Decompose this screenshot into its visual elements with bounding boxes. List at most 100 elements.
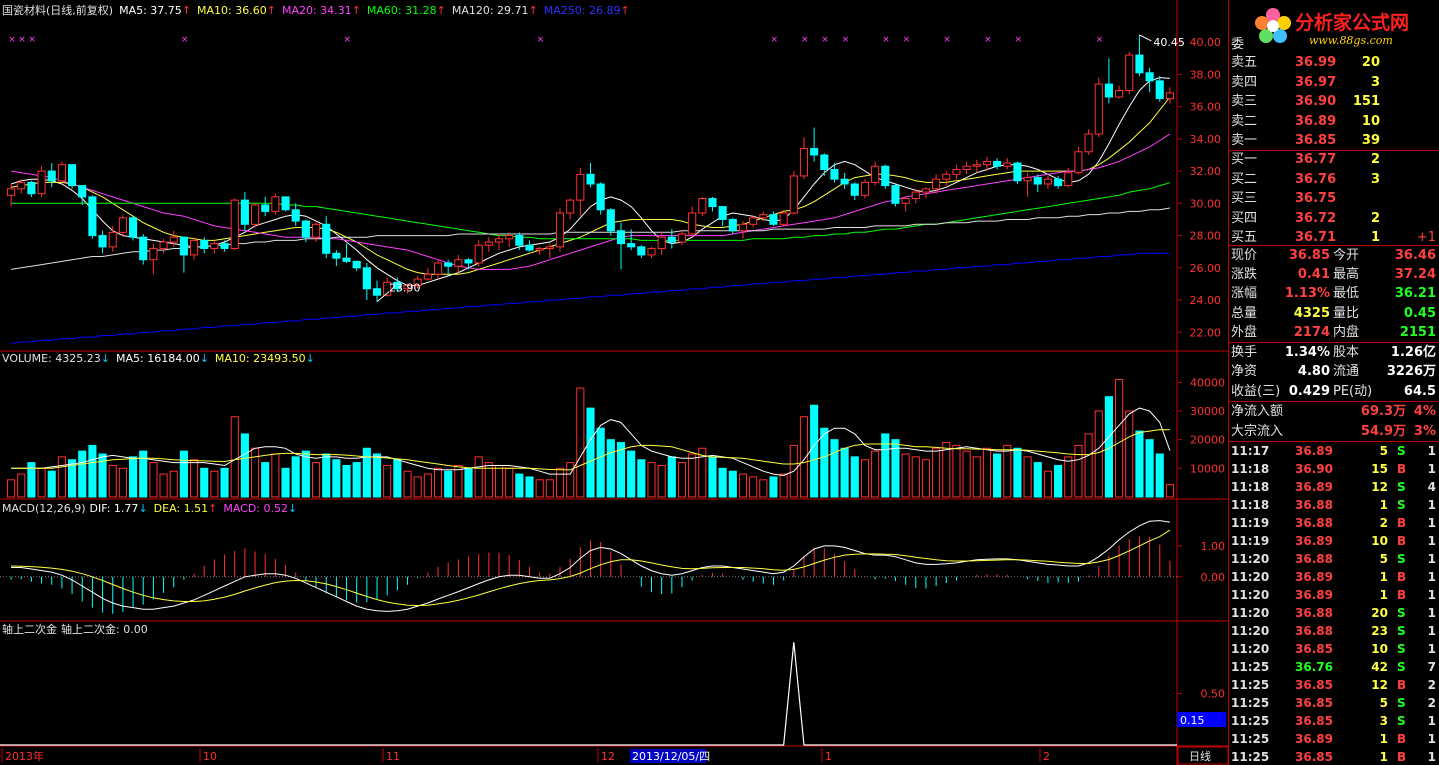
period-button[interactable]: 日线 [1189,749,1211,763]
candle-body [352,260,361,269]
kline-chart-svg[interactable]: 40.00 38.00 36.00 34.00 32.00 30.00 28.00 26.00… [0,0,1228,765]
tick-time: 11:20 [1231,606,1270,620]
tick-row[interactable]: 11:20 36.89 1 B 1 [1229,568,1439,586]
volume-bar [1125,410,1134,498]
tick-row[interactable]: 11:20 36.88 5 S 1 [1229,550,1439,568]
tick-row[interactable]: 11:18 36.88 1 S 1 [1229,496,1439,514]
quote-panel: 分析家公式网 www.88gs.com 委 卖五 36.99 20 卖四 36.97 3 卖… [1228,0,1439,765]
tick-row[interactable]: 11:25 36.85 5 S 2 [1229,694,1439,712]
tick-row[interactable]: 11:17 36.89 5 S 1 [1229,442,1439,460]
volume-tick-label: 30000 [1190,405,1225,418]
signal-marker: × [842,35,850,45]
volume-bar [230,416,239,498]
candle-body [820,154,829,170]
volume-bar [1155,453,1164,498]
fundamental-value: 64.5 [1403,383,1436,399]
fundamental-row: 换手 1.34% 股本 1.26亿 [1229,343,1439,362]
buy-level-label: 买二 [1231,171,1258,187]
stat-value: 37.24 [1394,267,1436,283]
candle-body [27,181,36,195]
tick-row[interactable]: 11:25 36.85 3 S 1 [1229,712,1439,730]
candle-body [200,239,209,249]
tick-row[interactable]: 11:20 36.88 23 S 1 [1229,622,1439,640]
tick-price: 36.88 [1295,606,1333,620]
candle-body [332,252,341,259]
price-tick-label: 22.00 [1190,326,1222,339]
ma250-value: MA250: 26.89↑ [543,4,630,17]
volume-bar [383,464,392,498]
candle-body [139,236,148,261]
volume-bar [911,456,920,498]
volume-bar [596,427,605,498]
high-pointer [1139,34,1152,42]
stat-value: 2151 [1399,324,1436,340]
tick-row[interactable]: 11:25 36.85 12 B 2 [1229,676,1439,694]
volume-bar [118,467,127,498]
low-label: 23.90 [389,282,421,295]
tick-count: 1 [1427,444,1436,458]
candle-body [1125,54,1134,92]
tick-volume: 2 [1379,516,1388,530]
sell-level-volume: 3 [1370,74,1380,90]
tick-row[interactable]: 11:18 36.90 15 B 1 [1229,460,1439,478]
macd-macd-value: MACD: 0.52↓ [223,502,298,515]
buy-level-volume: 2 [1370,152,1380,167]
signal-marker: × [8,35,16,45]
candle-body [1104,83,1113,98]
tick-count: 1 [1427,588,1436,602]
volume-bar [78,450,87,498]
tick-row[interactable]: 11:19 36.89 10 B 1 [1229,532,1439,550]
stat-value: 0.41 [1297,267,1330,283]
volume-bar [779,473,788,498]
candle-body [698,198,707,214]
sell-level-label: 卖一 [1231,133,1258,148]
tick-row[interactable]: 11:25 36.89 1 B 1 [1229,730,1439,748]
sell-level-price: 36.85 [1295,133,1337,148]
stat-value: 36.21 [1394,286,1436,302]
candle-body [129,217,138,238]
tick-side: S [1397,444,1406,458]
tick-time: 11:25 [1231,732,1270,746]
sell-level: 卖五 36.99 20 [1229,53,1439,72]
candle-body [1013,162,1022,182]
signal-marker: × [821,35,829,45]
candle-body [1155,80,1164,100]
tick-volume: 1 [1379,750,1388,764]
tick-count: 1 [1427,714,1436,728]
buy-level: 买三 36.75 [1229,189,1439,208]
volume-bar [301,450,310,498]
tick-row[interactable]: 11:20 36.85 10 S 1 [1229,640,1439,658]
candle-body [962,165,971,170]
candle-body [505,235,514,240]
tick-row[interactable]: 11:19 36.88 2 B 1 [1229,514,1439,532]
volume-bar [820,427,829,498]
candle-body [261,204,270,212]
tick-row[interactable]: 11:20 36.88 20 S 1 [1229,604,1439,622]
stat-label: 最低 [1333,286,1360,302]
tick-count: 1 [1427,516,1436,530]
tick-volume: 1 [1379,732,1388,746]
macd-tick-label: 0.00 [1201,571,1226,584]
tick-volume: 42 [1371,660,1388,674]
volume-bar [1084,433,1093,498]
tick-price: 36.76 [1295,660,1333,674]
stat-label: 外盘 [1231,324,1258,340]
price-tick-label: 34.00 [1190,133,1222,146]
tick-count: 1 [1427,642,1436,656]
indicator-tick-label: 0.50 [1201,688,1226,701]
volume-bar [942,442,951,498]
candle-body [576,173,585,201]
tick-row[interactable]: 11:25 36.85 1 B 1 [1229,748,1439,765]
chart-area[interactable]: 40.00 38.00 36.00 34.00 32.00 30.00 28.00 26.00… [0,0,1228,765]
volume-bar [637,459,646,498]
tick-row[interactable]: 11:20 36.89 1 B 1 [1229,586,1439,604]
tick-time: 11:18 [1231,480,1270,494]
candle-body [78,185,87,198]
fundamental-value: 1.26亿 [1390,345,1436,360]
volume-bar [535,479,544,498]
tick-row[interactable]: 11:25 36.76 42 S 7 [1229,658,1439,676]
tick-row[interactable]: 11:18 36.89 12 S 4 [1229,478,1439,496]
tick-volume: 15 [1371,462,1388,476]
tick-volume: 20 [1371,606,1388,620]
candle-body [596,183,605,211]
